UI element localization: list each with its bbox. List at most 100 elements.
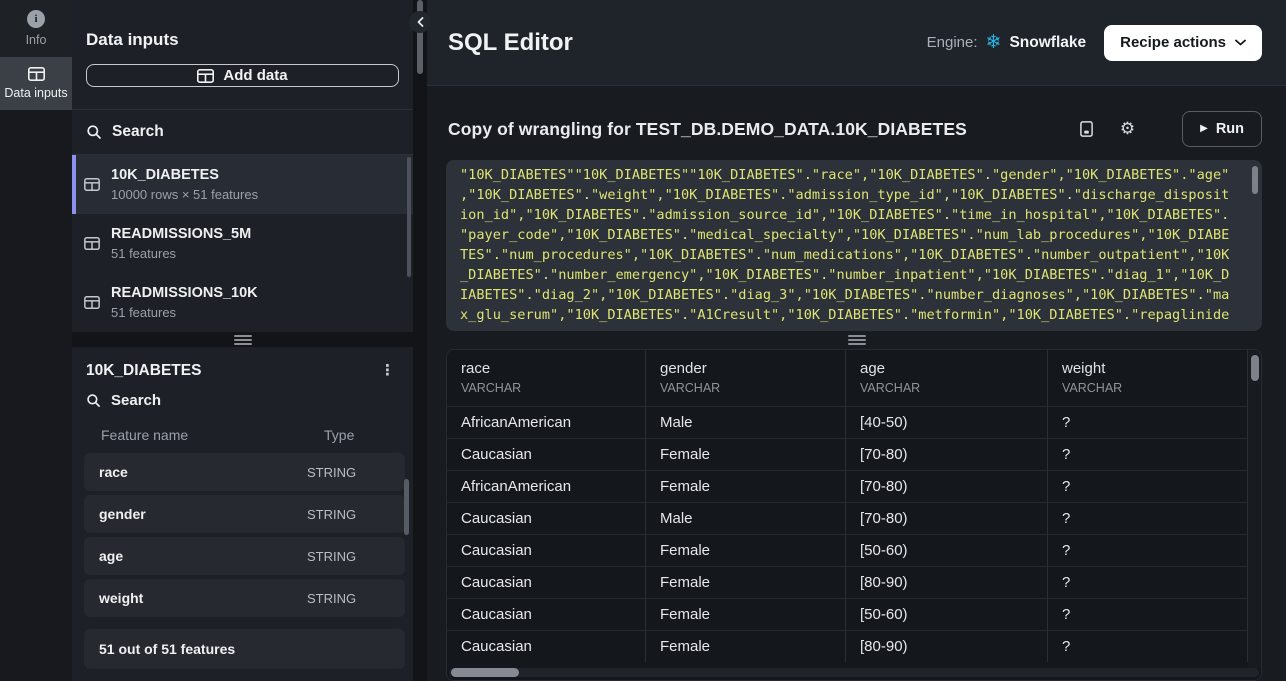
cell: [50-60) [846, 599, 1048, 630]
dataset-name: READMISSIONS_5M [111, 225, 251, 243]
snowflake-logo-icon: ❄ [986, 33, 1002, 52]
drag-handle-icon [234, 339, 252, 341]
table-row[interactable]: AfricanAmerican Male [40-50) ? [447, 406, 1261, 438]
page-title: SQL Editor [448, 29, 573, 57]
dataset-meta: 51 features [111, 245, 251, 262]
column-type: VARCHAR [660, 380, 845, 396]
cell: AfricanAmerican [447, 407, 646, 438]
panel-resize-handle[interactable] [72, 332, 413, 347]
app-root: i Info Data inputs Data inputs Add data … [0, 0, 1286, 681]
cell: Female [646, 471, 846, 502]
column-header-race[interactable]: race VARCHAR [447, 350, 646, 406]
feature-count-footer: 51 out of 51 features [84, 629, 405, 669]
cell: [70-80) [846, 503, 1048, 534]
run-button[interactable]: ▶ Run [1182, 111, 1262, 147]
dataset-name: READMISSIONS_10K [111, 284, 258, 302]
recipe-actions-label: Recipe actions [1120, 34, 1226, 51]
cell: ? [1048, 471, 1248, 502]
column-header-weight[interactable]: weight VARCHAR [1048, 350, 1248, 406]
table-row[interactable]: Caucasian Male [70-80) ? [447, 502, 1261, 534]
table-grid-icon [84, 296, 100, 309]
cell: [80-90) [846, 567, 1048, 598]
cell: [80-90) [846, 631, 1048, 662]
kebab-menu-icon[interactable]: ⋮ [376, 361, 399, 380]
search-icon [86, 393, 101, 408]
code-line: TES"."num_procedures","10K_DIABETES"."nu… [460, 245, 1248, 265]
dataset-search-input[interactable]: Search [72, 110, 413, 154]
column-header-age[interactable]: age VARCHAR [846, 350, 1048, 406]
results-vertical-scrollbar[interactable] [1248, 350, 1261, 668]
recipe-actions-button[interactable]: Recipe actions [1104, 25, 1262, 61]
sql-code-editor[interactable]: "10K_DIABETES""10K_DIABETES""10K_DIABETE… [446, 160, 1262, 331]
table-row[interactable]: Caucasian Female [50-60) ? [447, 534, 1261, 566]
dataset-item-readmissions-5m[interactable]: READMISSIONS_5M 51 features [72, 214, 413, 273]
code-scrollbar[interactable] [1252, 166, 1258, 194]
cell: Female [646, 631, 846, 662]
cell: [50-60) [846, 535, 1048, 566]
feature-row-gender[interactable]: gender STRING [84, 495, 405, 533]
cell: [70-80) [846, 439, 1048, 470]
column-type: VARCHAR [860, 380, 1047, 396]
table-row[interactable]: Caucasian Female [80-90) ? [447, 566, 1261, 598]
cell: Caucasian [447, 631, 646, 662]
engine-label: Engine: [927, 34, 978, 51]
table-row[interactable]: AfricanAmerican Female [70-80) ? [447, 470, 1261, 502]
icon-rail: i Info Data inputs [0, 0, 72, 681]
cell: Caucasian [447, 503, 646, 534]
notebook-button[interactable] [1080, 121, 1093, 137]
feature-name: gender [99, 506, 307, 522]
run-label: Run [1216, 121, 1244, 137]
feature-row-age[interactable]: age STRING [84, 537, 405, 575]
dataset-item-readmissions-10k[interactable]: READMISSIONS_10K 51 features [72, 273, 413, 332]
cell: Male [646, 407, 846, 438]
code-line: IABETES"."diag_2","10K_DIABETES"."diag_3… [460, 285, 1248, 305]
feature-list-scrollbar[interactable] [404, 479, 409, 535]
cell: [70-80) [846, 471, 1048, 502]
cell: AfricanAmerican [447, 471, 646, 502]
feature-name: race [99, 464, 307, 480]
add-data-button[interactable]: Add data [86, 64, 399, 87]
table-grid-icon [84, 178, 100, 191]
table-grid-icon [28, 67, 45, 81]
cell: Female [646, 535, 846, 566]
dataset-meta: 51 features [111, 304, 258, 321]
feature-row-race[interactable]: race STRING [84, 453, 405, 491]
table-row[interactable]: Caucasian Female [50-60) ? [447, 598, 1261, 630]
dataset-search-placeholder: Search [112, 123, 164, 141]
cell: Female [646, 439, 846, 470]
sidebar-resize-handle[interactable] [413, 0, 427, 681]
cell: ? [1048, 567, 1248, 598]
results-horizontal-scrollbar[interactable] [449, 668, 1259, 677]
dataset-list: 10K_DIABETES 10000 rows × 51 features RE… [72, 155, 413, 332]
editor-resize-handle[interactable] [427, 331, 1286, 349]
column-type: VARCHAR [1062, 380, 1247, 396]
feature-search-input[interactable]: Search [72, 386, 413, 419]
table-row[interactable]: Caucasian Female [80-90) ? [447, 630, 1261, 662]
feature-type-column-header: Type [324, 427, 403, 443]
column-header-gender[interactable]: gender VARCHAR [646, 350, 846, 406]
cell: Female [646, 567, 846, 598]
collapse-sidebar-button[interactable] [409, 11, 431, 33]
code-line: ion_id","10K_DIABETES"."admission_source… [460, 205, 1248, 225]
sidebar-item-data-inputs[interactable]: Data inputs [0, 57, 72, 110]
scrollbar-thumb[interactable] [451, 668, 519, 677]
feature-type: STRING [307, 549, 405, 564]
dataset-list-scrollbar[interactable] [407, 157, 411, 277]
sidebar-item-info[interactable]: i Info [0, 0, 72, 57]
feature-type: STRING [307, 591, 405, 606]
column-name: race [461, 359, 645, 378]
cell: Caucasian [447, 567, 646, 598]
code-line: ,"10K_DIABETES"."weight","10K_DIABETES".… [460, 185, 1248, 205]
dataset-item-10k-diabetes[interactable]: 10K_DIABETES 10000 rows × 51 features [72, 155, 413, 214]
scrollbar-thumb[interactable] [1251, 355, 1259, 381]
settings-button[interactable]: ⚙ [1120, 121, 1135, 138]
main-content: SQL Editor Engine: ❄ Snowflake Recipe ac… [427, 0, 1286, 681]
left-column: Data inputs Add data Search 10K_DIABETES… [72, 0, 413, 681]
results-header-row: race VARCHAR gender VARCHAR age VARCHAR … [447, 350, 1261, 406]
feature-row-weight[interactable]: weight STRING [84, 579, 405, 617]
cell: Female [646, 599, 846, 630]
info-icon: i [27, 10, 45, 28]
notebook-icon [1080, 121, 1093, 137]
table-row[interactable]: Caucasian Female [70-80) ? [447, 438, 1261, 470]
cell: ? [1048, 599, 1248, 630]
